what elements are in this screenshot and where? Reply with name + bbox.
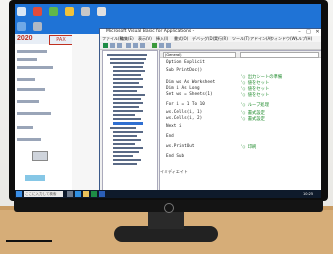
code-line[interactable]: Set ws = Sheets(1) (166, 92, 213, 97)
tree-item[interactable] (113, 98, 141, 100)
edge-icon[interactable] (75, 191, 81, 197)
pdf-field (17, 138, 41, 141)
code-line[interactable]: Next i (166, 124, 182, 129)
tree-item[interactable] (113, 151, 139, 153)
minimize-button[interactable]: – (295, 29, 304, 36)
cut-icon[interactable] (126, 43, 131, 48)
pdf-field (17, 50, 47, 53)
toolbar (100, 42, 321, 50)
tree-item[interactable] (113, 143, 135, 145)
tree-item[interactable] (113, 74, 141, 76)
pdf-badge: PAX (49, 35, 73, 45)
pdf-field (17, 100, 39, 103)
code-comment[interactable]: '○ ループ処理 (240, 102, 269, 108)
tree-item[interactable] (113, 163, 137, 165)
task-view-icon[interactable] (67, 191, 73, 197)
immediate-window-label: イミディエイト (160, 169, 188, 174)
tree-item[interactable] (113, 159, 141, 161)
stop-icon[interactable] (166, 43, 171, 48)
tree-item[interactable] (113, 114, 135, 116)
tree-item[interactable] (113, 155, 133, 157)
taskbar-search-input[interactable]: ここに入力して検索 (24, 191, 63, 197)
start-icon[interactable] (16, 191, 22, 197)
tree-item[interactable] (110, 58, 146, 60)
copy-icon[interactable] (133, 43, 138, 48)
code-line[interactable]: ws.PrintOut (166, 144, 194, 149)
tree-item[interactable] (113, 131, 143, 133)
tree-item[interactable] (113, 86, 143, 88)
tree-item[interactable] (113, 78, 143, 80)
tree-item[interactable] (113, 135, 137, 137)
code-line[interactable]: Option Explicit (166, 60, 205, 65)
code-line[interactable]: End Sub (166, 154, 184, 159)
pdf-field (17, 58, 37, 61)
desktop-icon-app-3[interactable] (65, 7, 74, 16)
tree-item[interactable] (107, 54, 147, 56)
tree-item[interactable] (113, 139, 141, 141)
tree-item[interactable] (113, 106, 139, 108)
code-line[interactable]: Sub PrintDoc() (166, 68, 202, 73)
paste-icon[interactable] (140, 43, 145, 48)
tree-item[interactable] (113, 147, 143, 149)
pdf-link-button[interactable] (25, 175, 45, 181)
tree-item[interactable] (113, 118, 141, 120)
taskbar: ここに入力して検索 10:25 (15, 190, 321, 198)
code-line[interactable]: ws.Cells(i, 2) (166, 116, 202, 121)
excel-taskbar-icon[interactable] (91, 191, 97, 197)
tree-item-selected[interactable] (113, 122, 143, 125)
folder-icon[interactable] (83, 191, 89, 197)
tree-item[interactable] (113, 102, 143, 104)
monitor-logo (164, 203, 174, 213)
object-dropdown[interactable]: (General) (163, 52, 236, 58)
code-comment[interactable]: '○ 印刷 (240, 144, 256, 150)
pdf-field (17, 88, 45, 91)
maximize-button[interactable]: □ (304, 29, 313, 36)
desktop-icon-app-5[interactable] (97, 7, 106, 16)
pdf-field (17, 112, 51, 115)
pdf-field (17, 78, 35, 81)
insert-icon[interactable] (110, 43, 115, 48)
pdf-field (17, 126, 33, 129)
code-line[interactable]: Dim ws As Worksheet (166, 80, 215, 85)
desktop-icon-app-4[interactable] (81, 7, 90, 16)
code-comment[interactable]: '○ 値をセット (240, 92, 269, 98)
close-button[interactable]: ✕ (313, 29, 321, 36)
procedure-dropdown[interactable] (240, 52, 319, 58)
code-line[interactable]: End (166, 134, 174, 139)
project-explorer[interactable] (102, 50, 158, 194)
desktop-icon-app-2[interactable] (49, 7, 58, 16)
taskbar-clock[interactable]: 10:25 (303, 190, 313, 198)
pdf-document-window[interactable]: 2020 PAX (15, 34, 73, 192)
tree-item[interactable] (113, 94, 145, 96)
desk-marking (6, 240, 52, 242)
desktop-icon-app-7[interactable] (33, 22, 42, 31)
desktop-icon-app-1[interactable] (33, 7, 42, 16)
desktop-icon-app-6[interactable] (17, 22, 26, 31)
desktop-screen: 2020 PAX Microsoft Visual Basic for Appl… (15, 4, 321, 198)
code-line[interactable]: ws.Cells(i, 1) (166, 110, 202, 115)
code-comment[interactable]: '○ 書式設定 (240, 116, 265, 122)
vba-editor-window[interactable]: Microsoft Visual Basic for Applications … (99, 28, 321, 195)
tree-item[interactable] (113, 110, 143, 112)
word-taskbar-icon[interactable] (99, 191, 105, 197)
pdf-year: 2020 (17, 35, 33, 42)
pause-icon[interactable] (159, 43, 164, 48)
code-line[interactable]: Dim i As Long (166, 86, 200, 91)
tree-item[interactable] (113, 90, 137, 92)
run-icon[interactable] (152, 43, 157, 48)
tree-item[interactable] (110, 127, 136, 129)
pdf-button[interactable] (32, 151, 48, 161)
code-header: (General) (160, 51, 321, 58)
tree-item[interactable] (113, 66, 143, 68)
desktop-icon-recycle-bin[interactable] (17, 7, 26, 16)
tree-item[interactable] (113, 70, 145, 72)
tree-item[interactable] (113, 82, 139, 84)
code-line[interactable]: For i = 1 To 10 (166, 102, 205, 107)
window-title: Microsoft Visual Basic for Applications … (106, 29, 195, 34)
pdf-field (17, 66, 53, 69)
excel-icon[interactable] (103, 43, 108, 48)
monitor-stand-neck (148, 211, 184, 229)
save-icon[interactable] (117, 43, 122, 48)
tree-item[interactable] (110, 62, 144, 64)
